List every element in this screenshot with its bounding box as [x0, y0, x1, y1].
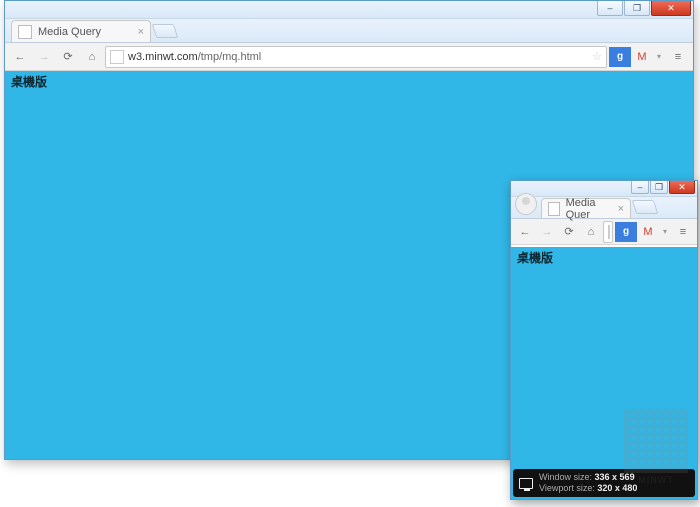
minimize-button[interactable]: –	[597, 1, 623, 16]
size-info-bar: Window size: 336 x 569 Viewport size: 32…	[513, 469, 695, 497]
google-extension-icon[interactable]: g	[609, 47, 631, 67]
forward-button: →	[33, 47, 55, 67]
titlebar: – ❐ ✕	[5, 1, 693, 19]
close-button[interactable]: ✕	[669, 181, 695, 194]
url-domain: w3.minwt.com	[128, 51, 198, 63]
new-tab-button[interactable]	[152, 24, 179, 38]
gmail-extension-icon[interactable]: M	[631, 47, 653, 67]
maximize-button[interactable]: ❐	[650, 181, 668, 194]
tab-title: Media Query	[38, 26, 101, 38]
viewport-size-value: 320 x 480	[597, 483, 637, 493]
forward-button: →	[537, 222, 557, 242]
window-controls: – ❐ ✕	[596, 1, 691, 16]
page-heading: 桌機版	[517, 249, 553, 266]
tab-close-icon[interactable]: ×	[138, 26, 144, 38]
tab-title: Media Quer	[566, 197, 612, 221]
back-button[interactable]: ←	[515, 222, 535, 242]
reload-button[interactable]: ⟳	[559, 222, 579, 242]
page-favicon-icon	[548, 202, 560, 216]
tab-strip: Media Quer ×	[511, 197, 697, 219]
viewport-size-label: Viewport size:	[539, 483, 595, 493]
extensions-overflow-icon[interactable]: ▾	[653, 47, 665, 67]
window-controls: – ❐ ✕	[630, 181, 695, 194]
address-bar[interactable]: w3.minwt.com /tmp/mq.html ☆	[105, 46, 607, 68]
profile-avatar-icon[interactable]	[515, 193, 537, 215]
window-size-value: 336 x 569	[595, 472, 635, 482]
maximize-button[interactable]: ❐	[624, 1, 650, 16]
chrome-menu-button[interactable]: ≡	[667, 47, 689, 67]
browser-window-small: – ❐ ✕ Media Quer × ← → ⟳ ⌂ w3. ☆ g M ▾ ≡…	[510, 180, 698, 500]
extension-area: g M ▾	[615, 222, 671, 242]
window-size-label: Window size:	[539, 472, 592, 482]
browser-tab[interactable]: Media Query ×	[11, 20, 151, 42]
google-extension-icon[interactable]: g	[615, 222, 637, 242]
titlebar: – ❐ ✕	[511, 181, 697, 197]
minimize-button[interactable]: –	[631, 181, 649, 194]
page-icon	[608, 225, 610, 239]
close-button[interactable]: ✕	[651, 1, 691, 16]
page-content: 桌機版	[511, 247, 697, 499]
url-path: /tmp/mq.html	[198, 51, 262, 63]
back-button[interactable]: ←	[9, 47, 31, 67]
extension-area: g M ▾	[609, 47, 665, 67]
bookmark-star-icon[interactable]: ☆	[592, 50, 602, 63]
address-bar[interactable]: w3. ☆	[603, 221, 613, 243]
gmail-extension-icon[interactable]: M	[637, 222, 659, 242]
home-button[interactable]: ⌂	[81, 47, 103, 67]
page-favicon-icon	[18, 25, 32, 39]
new-tab-button[interactable]	[632, 200, 659, 214]
browser-tab[interactable]: Media Quer ×	[541, 198, 631, 218]
tab-close-icon[interactable]: ×	[618, 203, 624, 215]
reload-button[interactable]: ⟳	[57, 47, 79, 67]
extensions-overflow-icon[interactable]: ▾	[659, 222, 671, 242]
tab-strip: Media Query ×	[5, 19, 693, 43]
chrome-menu-button[interactable]: ≡	[673, 222, 693, 242]
home-button[interactable]: ⌂	[581, 222, 601, 242]
monitor-icon	[519, 478, 533, 489]
page-heading: 桌機版	[11, 73, 47, 90]
page-icon	[110, 50, 124, 64]
toolbar: ← → ⟳ ⌂ w3. ☆ g M ▾ ≡	[511, 219, 697, 245]
toolbar: ← → ⟳ ⌂ w3.minwt.com /tmp/mq.html ☆ g M …	[5, 43, 693, 71]
